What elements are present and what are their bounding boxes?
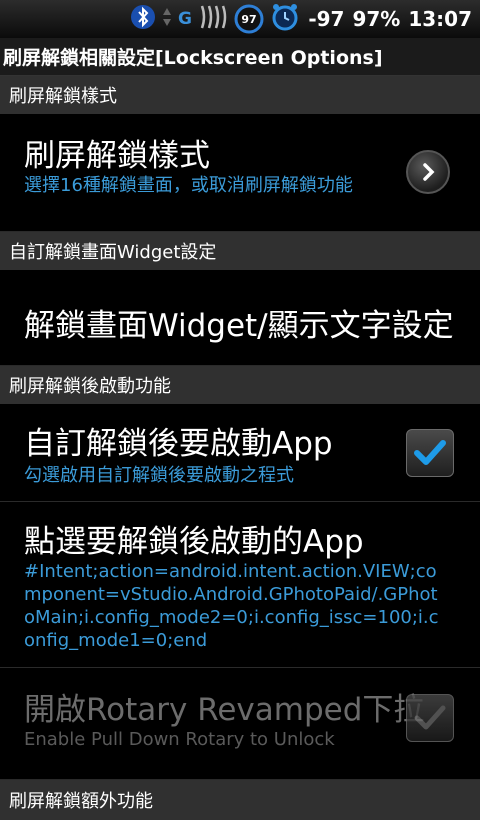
status-bar: G 97 -97 97% 13:07 (0, 0, 480, 38)
lockscreen-style-row[interactable]: 刷屏解鎖樣式 選擇16種解鎖畫面，或取消刷屏解鎖功能 (0, 114, 480, 232)
battery-circle-icon: 97 (234, 4, 264, 34)
wifi-waves-icon (198, 4, 228, 34)
row-title: 點選要解鎖後啟動的App (24, 524, 364, 560)
rotary-pulldown-row[interactable]: 開啟Rotary Revamped下拉 Enable Pull Down Rot… (0, 668, 480, 780)
bluetooth-icon (130, 2, 156, 36)
row-title: 解鎖畫面Widget/顯示文字設定 (24, 308, 454, 344)
custom-launch-app-row[interactable]: 自訂解鎖後要啟動App 勾選啟用自訂解鎖後要啟動之程式 (0, 404, 480, 502)
signal-strength: -97 (308, 7, 345, 31)
data-arrows-icon (162, 7, 172, 31)
row-title: 開啟Rotary Revamped下拉 (24, 692, 425, 728)
row-subtitle: 勾選啟用自訂解鎖後要啟動之程式 (24, 465, 294, 486)
custom-launch-app-checkbox[interactable] (406, 429, 454, 477)
g-network-icon: G (178, 9, 192, 29)
rotary-pulldown-checkbox[interactable] (406, 694, 454, 742)
section-header-extra-features: 刷屏解鎖額外功能 (0, 780, 480, 820)
section-header-widget-settings: 自訂解鎖畫面Widget設定 (0, 232, 480, 270)
checkmark-icon (414, 705, 446, 730)
battery-circle-value: 97 (241, 12, 257, 26)
page-title: 刷屏解鎖相關設定[Lockscreen Options] (0, 38, 480, 76)
select-launch-app-row[interactable]: 點選要解鎖後啟動的App #Intent;action=android.inte… (0, 502, 480, 668)
section-header-lockscreen-style: 刷屏解鎖樣式 (0, 76, 480, 114)
row-subtitle: 選擇16種解鎖畫面，或取消刷屏解鎖功能 (24, 175, 353, 196)
widget-text-settings-row[interactable]: 解鎖畫面Widget/顯示文字設定 (0, 270, 480, 366)
status-icons: G 97 (130, 2, 300, 36)
checkmark-icon (414, 440, 446, 465)
chevron-right-icon[interactable] (406, 150, 450, 194)
row-title: 自訂解鎖後要啟動App (24, 426, 333, 462)
row-subtitle: #Intent;action=android.intent.action.VIE… (24, 561, 439, 651)
section-header-launch-after-unlock: 刷屏解鎖後啟動功能 (0, 366, 480, 404)
row-title: 刷屏解鎖樣式 (24, 138, 210, 174)
alarm-clock-icon (270, 2, 300, 36)
battery-percent: 97% (352, 7, 401, 31)
clock: 13:07 (408, 7, 472, 31)
row-subtitle: Enable Pull Down Rotary to Unlock (24, 729, 335, 750)
